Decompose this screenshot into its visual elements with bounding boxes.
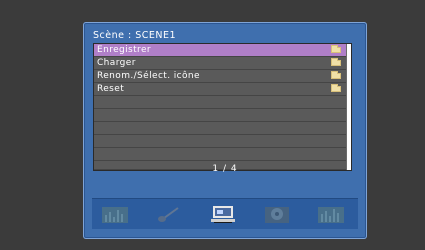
page-title: Scène : SCENE1 [93,30,177,41]
scene-icon-bar [92,198,358,229]
guitar-icon[interactable] [154,204,184,224]
speaker-icon[interactable] [316,204,346,224]
empty-row [94,109,346,122]
page-indicator: 1 / 4 [212,164,238,174]
menu-item-enregistrer[interactable]: Enregistrer [94,44,346,57]
menu-item-charger[interactable]: Charger [94,57,346,70]
screen-background: Scène : SCENE1 Enregistrer Charger Renom… [0,0,425,250]
menu-item-renom-select-icone[interactable]: Renom./Sélect. icône [94,70,346,83]
empty-row [94,148,346,161]
scrollbar-thumb[interactable] [347,44,351,170]
menu-item-reset[interactable]: Reset [94,83,346,96]
empty-row [94,135,346,148]
menu-item-label: Enregistrer [97,45,152,55]
disc-icon[interactable] [262,204,292,224]
scrollbar[interactable] [347,44,351,170]
empty-row [94,122,346,135]
tv-icon[interactable] [208,204,238,224]
speaker-icon[interactable] [100,204,130,224]
scene-menu-panel: Scène : SCENE1 Enregistrer Charger Renom… [83,22,367,239]
menu-list: Enregistrer Charger Renom./Sélect. icône… [93,43,352,171]
menu-item-label: Reset [97,84,125,94]
folder-icon [331,45,341,53]
folder-icon [331,58,341,66]
menu-item-label: Charger [97,58,136,68]
empty-row [94,96,346,109]
folder-icon [331,84,341,92]
folder-icon [331,71,341,79]
menu-item-label: Renom./Sélect. icône [97,71,200,81]
